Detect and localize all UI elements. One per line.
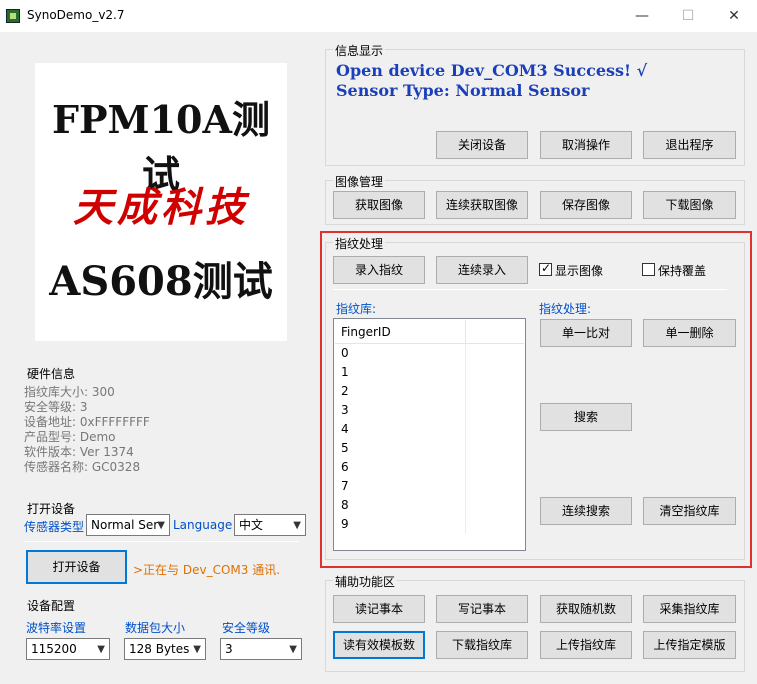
security-level-label: 安全等级 (222, 621, 271, 635)
read-valid-templates-button[interactable]: 读有效模板数 (333, 631, 425, 659)
info-message-line-2: Sensor Type: Normal Sensor (336, 81, 590, 100)
logo-line-3: AS608测试 (49, 258, 273, 305)
close-window-button[interactable]: ✕ (711, 0, 757, 32)
sensor-type-label: 传感器类型 (24, 520, 85, 534)
connection-status: >正在与 Dev_COM3 通讯. (133, 563, 281, 577)
collect-library-button[interactable]: 采集指纹库 (643, 595, 736, 623)
info-message-line-1: Open device Dev_COM3 Success! √ (336, 61, 648, 80)
aux-function-title: 辅助功能区 (333, 573, 398, 590)
close-device-button[interactable]: 关闭设备 (436, 131, 528, 159)
sensor-type-value: Normal Ser (91, 518, 159, 532)
packet-size-select[interactable]: 128 Bytes ▼ (124, 638, 206, 660)
get-random-button[interactable]: 获取随机数 (540, 595, 632, 623)
exit-program-button[interactable]: 退出程序 (643, 131, 736, 159)
open-device-button[interactable]: 打开设备 (26, 550, 127, 584)
logo-line-2: 天成科技 (73, 184, 249, 231)
security-level-value: 3 (225, 642, 233, 656)
chevron-down-icon: ▼ (97, 644, 105, 655)
chevron-down-icon: ▼ (193, 644, 201, 655)
chevron-down-icon: ▼ (157, 520, 165, 531)
upload-template-button[interactable]: 上传指定模版 (643, 631, 736, 659)
security-level-select[interactable]: 3 ▼ (220, 638, 302, 660)
app-icon (6, 9, 20, 23)
language-label: Language (173, 518, 233, 532)
highlight-box (320, 231, 752, 568)
chevron-down-icon: ▼ (293, 520, 301, 531)
open-device-title: 打开设备 (25, 500, 78, 517)
packet-size-label: 数据包大小 (125, 621, 186, 635)
chevron-down-icon: ▼ (289, 644, 297, 655)
language-value: 中文 (239, 518, 264, 532)
download-image-button[interactable]: 下载图像 (643, 191, 736, 219)
save-image-button[interactable]: 保存图像 (540, 191, 632, 219)
download-library-button[interactable]: 下载指纹库 (436, 631, 528, 659)
maximize-button[interactable]: ☐ (665, 0, 711, 32)
info-display-title: 信息显示 (333, 42, 386, 59)
cancel-operation-button[interactable]: 取消操作 (540, 131, 632, 159)
baud-rate-value: 115200 (31, 642, 77, 656)
image-management-title: 图像管理 (333, 173, 386, 190)
hw-sensor-name: 传感器名称: GC0328 (24, 460, 141, 474)
hardware-info-title: 硬件信息 (25, 365, 78, 382)
baud-rate-label: 波特率设置 (26, 621, 87, 635)
packet-size-value: 128 Bytes (129, 642, 190, 656)
read-notes-button[interactable]: 读记事本 (333, 595, 425, 623)
baud-rate-select[interactable]: 115200 ▼ (26, 638, 110, 660)
language-select[interactable]: 中文 ▼ (234, 514, 306, 536)
write-notes-button[interactable]: 写记事本 (436, 595, 528, 623)
device-config-title: 设备配置 (25, 597, 78, 614)
open-device-separator (24, 541, 299, 542)
upload-library-button[interactable]: 上传指纹库 (540, 631, 632, 659)
title-bar: SynoDemo_v2.7 — ☐ ✕ (0, 0, 757, 32)
sensor-type-select[interactable]: Normal Ser ▼ (86, 514, 170, 536)
window-title: SynoDemo_v2.7 (27, 8, 125, 22)
get-image-continuous-button[interactable]: 连续获取图像 (436, 191, 528, 219)
get-image-button[interactable]: 获取图像 (333, 191, 425, 219)
logo-image: FPM10A测试 天成科技 AS608测试 (35, 63, 287, 341)
minimize-button[interactable]: — (619, 0, 665, 32)
